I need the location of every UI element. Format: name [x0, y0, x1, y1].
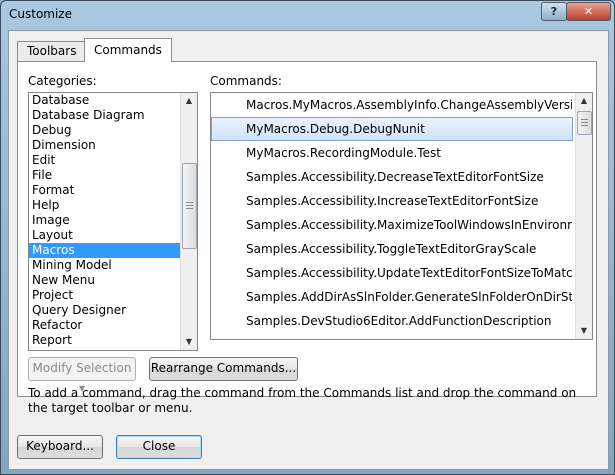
command-item[interactable]: Macros.MyMacros.AssemblyInfo.ChangeAssem… — [211, 93, 573, 117]
instructions-text: To add a command, drag the command from … — [28, 386, 577, 415]
help-icon: ? — [550, 5, 558, 18]
window-close-button[interactable]: ✕ — [566, 2, 611, 21]
command-item[interactable]: Samples.Accessibility.IncreaseTextEditor… — [211, 189, 573, 213]
commands-items: Macros.MyMacros.AssemblyInfo.ChangeAssem… — [211, 93, 573, 339]
category-item[interactable]: Edit — [29, 153, 180, 168]
scroll-up-icon[interactable]: ▲ — [576, 93, 592, 109]
customize-dialog: Customize ? ✕ Toolbars Commands Categori… — [0, 0, 615, 475]
category-item[interactable]: Query Designer — [29, 303, 180, 318]
tab-commands[interactable]: Commands — [84, 38, 172, 62]
category-item[interactable]: Macros — [29, 243, 180, 258]
categories-items: Database Database Diagram Debug Dimension Ed… — [29, 93, 180, 348]
command-item[interactable]: Samples.Accessibility.UpdateTextEditorFo… — [211, 261, 573, 285]
commands-tab-panel: Categories: Commands: Database Database D… — [17, 61, 597, 415]
category-item[interactable]: Mining Model — [29, 258, 180, 273]
command-item[interactable]: Samples.AddDirAsSlnFolder.GenerateSlnFol… — [211, 285, 573, 309]
command-item[interactable]: Samples.DevStudio6Editor.AddRevisionMark… — [211, 333, 573, 339]
tab-toolbars[interactable]: Toolbars — [17, 41, 87, 61]
modify-selection-button[interactable]: Modify Selection ▾ — [28, 357, 136, 395]
command-item[interactable]: Samples.Accessibility.DecreaseTextEditor… — [211, 165, 573, 189]
category-item[interactable]: Format — [29, 183, 180, 198]
command-item[interactable]: Samples.Accessibility.MaximizeToolWindow… — [211, 213, 573, 237]
category-item[interactable]: File — [29, 168, 180, 183]
commands-scrollbar[interactable]: ▲ ▼ — [575, 93, 592, 339]
category-item[interactable]: Debug — [29, 123, 180, 138]
scroll-down-icon[interactable]: ▼ — [181, 334, 197, 350]
category-item[interactable]: Database — [29, 93, 180, 108]
category-item[interactable]: Database Diagram — [29, 108, 180, 123]
commands-label: Commands: — [210, 74, 282, 88]
category-item[interactable]: New Menu — [29, 273, 180, 288]
keyboard-button[interactable]: Keyboard... — [17, 435, 103, 459]
category-item[interactable]: Image — [29, 213, 180, 228]
window-title: Customize — [9, 7, 72, 21]
categories-label: Categories: — [28, 74, 97, 88]
scroll-up-icon[interactable]: ▲ — [181, 93, 197, 109]
category-item[interactable]: Refactor — [29, 318, 180, 333]
dialog-body: Toolbars Commands Categories: Commands: … — [8, 30, 609, 470]
close-icon: ✕ — [583, 5, 594, 18]
category-item[interactable]: Project — [29, 288, 180, 303]
category-item[interactable]: Report — [29, 333, 180, 348]
close-button[interactable]: Close — [116, 435, 202, 459]
categories-listbox[interactable]: Database Database Diagram Debug Dimension Ed… — [28, 92, 198, 351]
categories-scroll-thumb[interactable] — [182, 163, 197, 249]
categories-scrollbar[interactable]: ▲ ▼ — [180, 93, 197, 350]
command-item[interactable]: MyMacros.RecordingModule.Test — [211, 141, 573, 165]
command-item[interactable]: Samples.Accessibility.ToggleTextEditorGr… — [211, 237, 573, 261]
category-item[interactable]: Layout — [29, 228, 180, 243]
title-bar[interactable]: Customize ? ✕ — [1, 1, 614, 29]
category-item[interactable]: Help — [29, 198, 180, 213]
command-item[interactable]: Samples.DevStudio6Editor.AddFunctionDesc… — [211, 309, 573, 333]
rearrange-commands-button[interactable]: Rearrange Commands... — [149, 357, 298, 381]
help-button[interactable]: ? — [541, 2, 567, 21]
commands-listbox[interactable]: Macros.MyMacros.AssemblyInfo.ChangeAssem… — [210, 92, 593, 340]
scroll-down-icon[interactable]: ▼ — [576, 323, 592, 339]
command-item[interactable]: MyMacros.Debug.DebugNunit — [211, 117, 573, 141]
category-item[interactable]: Dimension — [29, 138, 180, 153]
commands-scroll-thumb[interactable] — [577, 111, 592, 135]
